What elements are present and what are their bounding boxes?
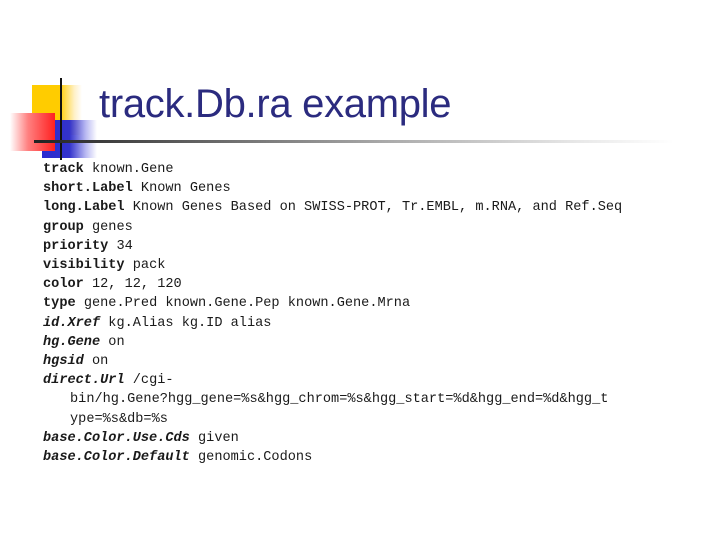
code-line: color 12, 12, 120: [43, 275, 713, 294]
setting-value: gene.Pred known.Gene.Pep known.Gene.Mrna: [83, 296, 411, 312]
code-line: track known.Gene: [43, 160, 713, 179]
setting-value: /cgi-: [132, 373, 174, 389]
setting-value: genes: [91, 219, 133, 235]
setting-key: base.Color.Use.Cds: [43, 430, 190, 446]
code-line-continuation: bin/hg.Gene?hgg_gene=%s&hgg_chrom=%s&hgg…: [43, 390, 713, 409]
setting-value: Known Genes Based on SWISS-PROT, Tr.EMBL…: [132, 200, 623, 216]
setting-key: track: [43, 162, 84, 177]
setting-value: 34: [116, 238, 133, 254]
setting-key: priority: [43, 238, 109, 254]
setting-value: given: [198, 430, 239, 446]
title-underline-rule: [34, 140, 674, 143]
code-line: group genes: [43, 218, 713, 237]
code-line: hgsid on: [43, 352, 713, 371]
code-line: short.Label Known Genes: [43, 179, 713, 198]
setting-key: group: [43, 219, 84, 235]
setting-value: genomic.Codons: [198, 450, 313, 466]
trackdb-code-block: track known.Gene short.Label Known Genes l…: [43, 160, 713, 467]
code-line: priority 34: [43, 237, 713, 256]
code-line: visibility pack: [43, 256, 713, 275]
code-line: direct.Url /cgi-: [43, 371, 713, 390]
setting-key: base.Color.Default: [43, 450, 190, 466]
code-line: base.Color.Default genomic.Codons: [43, 448, 713, 467]
code-line: base.Color.Use.Cds given: [43, 429, 713, 448]
setting-key: hg.Gene: [43, 334, 101, 350]
setting-value: Known Genes: [140, 181, 231, 197]
setting-key: direct.Url: [43, 373, 125, 389]
code-line: type gene.Pred known.Gene.Pep known.Gene…: [43, 294, 713, 313]
setting-key: long.Label: [43, 200, 125, 216]
setting-value: ype=%s&db=%s: [70, 411, 168, 427]
setting-key: visibility: [43, 258, 125, 274]
setting-key: color: [43, 277, 84, 293]
setting-key: hgsid: [43, 354, 84, 370]
setting-value: bin/hg.Gene?hgg_gene=%s&hgg_chrom=%s&hgg…: [70, 392, 609, 408]
setting-value: kg.Alias kg.ID alias: [108, 315, 272, 331]
setting-value: known.Gene: [91, 162, 174, 177]
code-line: hg.Gene on: [43, 333, 713, 352]
decor-red-square: [10, 113, 55, 151]
code-line-continuation: ype=%s&db=%s: [43, 410, 713, 429]
setting-value: on: [91, 354, 109, 370]
code-line: id.Xref kg.Alias kg.ID alias: [43, 314, 713, 333]
setting-value: 12, 12, 120: [91, 277, 182, 293]
decor-vertical-rule: [60, 78, 62, 160]
slide-title: track.Db.ra example: [99, 82, 452, 126]
setting-value: on: [108, 334, 125, 350]
code-line: long.Label Known Genes Based on SWISS-PR…: [43, 198, 713, 217]
setting-key: id.Xref: [43, 315, 101, 331]
setting-key: type: [43, 296, 76, 312]
setting-value: pack: [132, 258, 166, 274]
setting-key: short.Label: [43, 181, 133, 197]
